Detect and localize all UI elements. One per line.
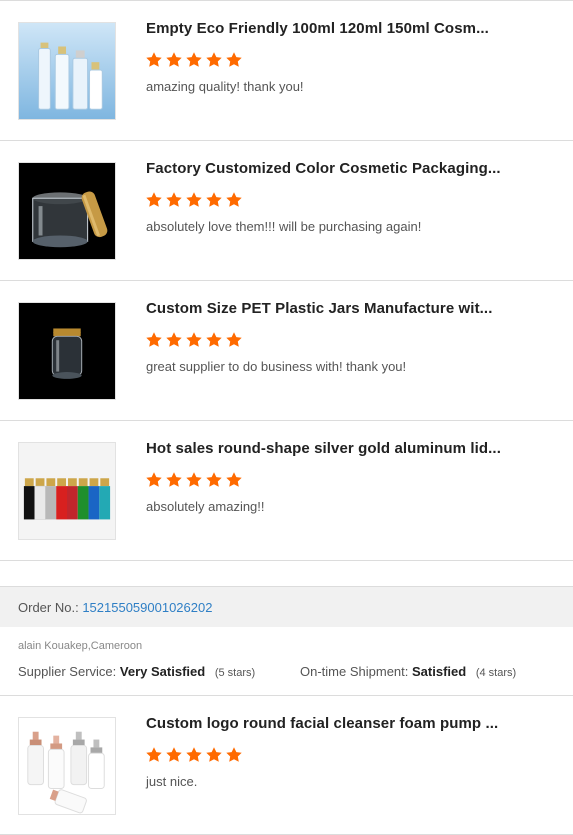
star-icon xyxy=(206,472,222,487)
star-icon xyxy=(206,192,222,207)
review-comment: great supplier to do business with! than… xyxy=(146,359,407,374)
on-time-shipment-value: Satisfied xyxy=(412,664,467,679)
on-time-shipment-label: On-time Shipment: xyxy=(300,664,409,679)
review-comment: amazing quality! thank you! xyxy=(146,79,304,94)
star-icon xyxy=(146,52,162,67)
review-item: Custom logo round facial cleanser foam p… xyxy=(0,696,573,835)
star-icon xyxy=(206,52,222,67)
star-icon xyxy=(226,332,242,347)
star-icon xyxy=(166,52,182,67)
product-thumbnail[interactable] xyxy=(18,302,116,400)
star-icon xyxy=(186,332,202,347)
clear-jar-gold-lid-image xyxy=(19,163,115,259)
review-comment: absolutely love them!!! will be purchasi… xyxy=(146,219,422,234)
star-icon xyxy=(166,192,182,207)
rating-stars xyxy=(145,51,245,69)
supplier-service-stars: (5 stars) xyxy=(214,667,256,679)
page: Empty Eco Friendly 100ml 120ml 150ml Cos… xyxy=(0,0,573,835)
buyer-name: alain Kouakep,Cameroon xyxy=(18,640,143,652)
review-list: Empty Eco Friendly 100ml 120ml 150ml Cos… xyxy=(0,0,573,561)
review-comment: absolutely amazing!! xyxy=(146,499,265,514)
foam-pump-bottles-image xyxy=(19,718,115,814)
star-icon xyxy=(146,332,162,347)
star-icon xyxy=(166,747,182,762)
star-icon xyxy=(166,472,182,487)
star-icon xyxy=(186,747,202,762)
star-icon xyxy=(166,332,182,347)
star-icon xyxy=(226,472,242,487)
star-icon xyxy=(206,747,222,762)
star-icon xyxy=(226,52,242,67)
supplier-service-value: Very Satisfied xyxy=(119,664,206,679)
star-icon xyxy=(226,192,242,207)
order-bar: Order No.: 152155059001026202 xyxy=(0,586,573,627)
product-title[interactable]: Empty Eco Friendly 100ml 120ml 150ml Cos… xyxy=(146,20,556,37)
rating-stars xyxy=(145,746,245,764)
star-icon xyxy=(186,472,202,487)
colored-bottles-image xyxy=(19,443,115,539)
review-item: Empty Eco Friendly 100ml 120ml 150ml Cos… xyxy=(0,1,573,141)
review-item: Custom Size PET Plastic Jars Manufacture… xyxy=(0,281,573,421)
rating-stars xyxy=(145,471,245,489)
product-title[interactable]: Hot sales round-shape silver gold alumin… xyxy=(146,440,556,457)
clear-bottles-image xyxy=(19,23,115,119)
rating-stars xyxy=(145,331,245,349)
order-label-text: Order No.: xyxy=(18,600,79,615)
on-time-shipment-stars: (4 stars) xyxy=(475,667,517,679)
review-item: Hot sales round-shape silver gold alumin… xyxy=(0,421,573,561)
rating-stars xyxy=(145,191,245,209)
star-icon xyxy=(226,747,242,762)
buyer-feedback: alain Kouakep,Cameroon Supplier Service:… xyxy=(0,627,573,696)
product-thumbnail[interactable] xyxy=(18,717,116,815)
order-number-link[interactable]: 152155059001026202 xyxy=(82,600,212,615)
product-thumbnail[interactable] xyxy=(18,442,116,540)
review-comment: just nice. xyxy=(146,774,198,789)
supplier-service-label: Supplier Service: xyxy=(18,664,117,679)
star-icon xyxy=(186,192,202,207)
product-title[interactable]: Custom Size PET Plastic Jars Manufacture… xyxy=(146,300,556,317)
star-icon xyxy=(186,52,202,67)
product-thumbnail[interactable] xyxy=(18,162,116,260)
review-item: Factory Customized Color Cosmetic Packag… xyxy=(0,141,573,281)
star-icon xyxy=(146,747,162,762)
order-number-label: Order No.: 152155059001026202 xyxy=(18,600,212,615)
star-icon xyxy=(206,332,222,347)
star-icon xyxy=(146,192,162,207)
product-title[interactable]: Custom logo round facial cleanser foam p… xyxy=(146,715,556,732)
pet-jar-image xyxy=(19,303,115,399)
star-icon xyxy=(146,472,162,487)
supplier-service-rating: Supplier Service: Very Satisfied (5 star… xyxy=(18,664,255,679)
product-title[interactable]: Factory Customized Color Cosmetic Packag… xyxy=(146,160,556,177)
product-thumbnail[interactable] xyxy=(18,22,116,120)
on-time-shipment-rating: On-time Shipment: Satisfied (4 stars) xyxy=(300,664,516,679)
